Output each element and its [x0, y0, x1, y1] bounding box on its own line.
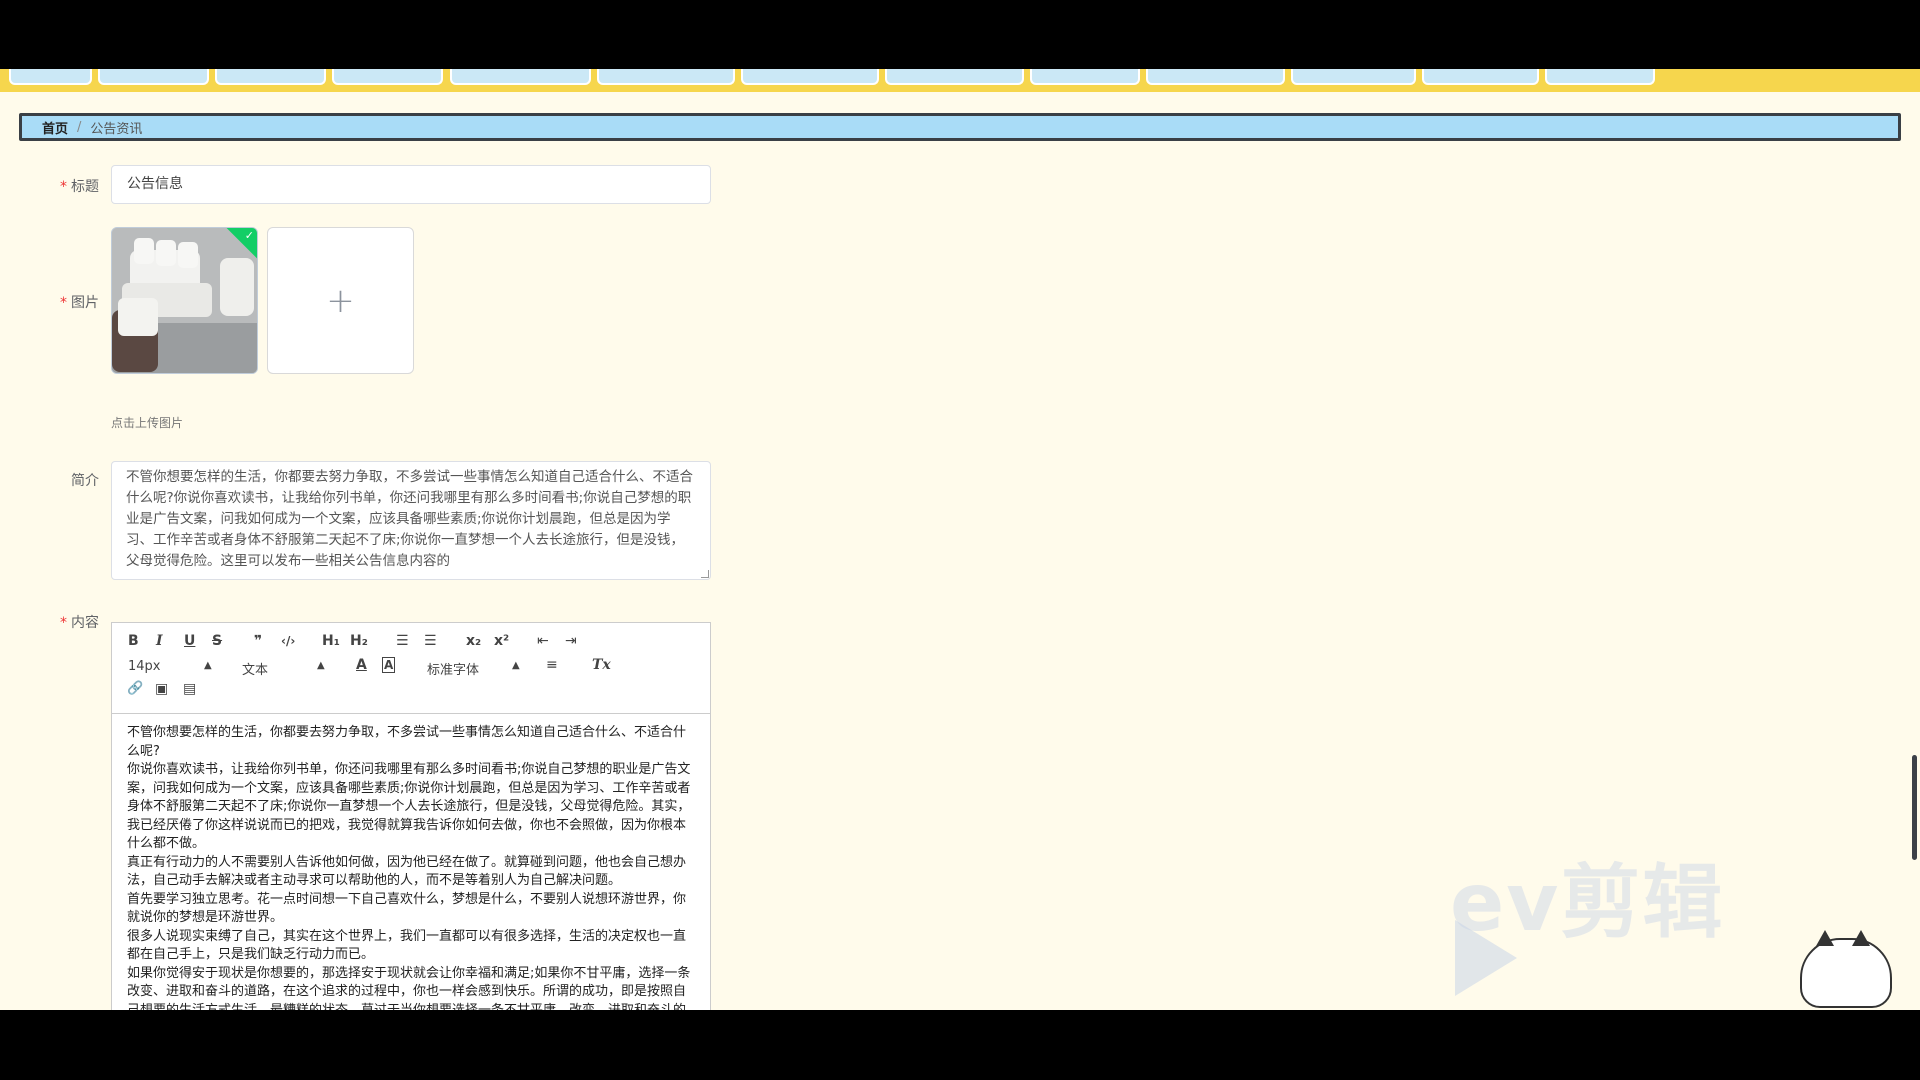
font-color-button[interactable]: A [356, 657, 367, 673]
nav-tab[interactable] [215, 69, 326, 85]
link-button[interactable]: 🔗 [127, 681, 143, 696]
nav-tab[interactable] [450, 69, 591, 85]
bullet-list-button[interactable]: ☰ [424, 633, 437, 649]
blockquote-button[interactable]: ❞ [254, 633, 262, 649]
editor-toolbar: B I U S ❞ ‹/› H₁ H₂ ☰ ☰ x₂ x² ⇤ ⇥ 14px ▲… [112, 623, 710, 714]
sofa-image [112, 228, 257, 373]
video-button[interactable]: ▤ [183, 681, 196, 697]
nav-tab[interactable] [597, 69, 735, 85]
superscript-button[interactable]: x² [494, 633, 509, 649]
indent-button[interactable]: ⇥ [565, 633, 577, 649]
intro-textarea[interactable]: 不管你想要怎样的生活，你都要去努力争取，不多尝试一些事情怎么知道自己适合什么、不… [111, 461, 711, 580]
check-icon: ✓ [244, 229, 254, 242]
clean-format-button[interactable]: Tx [592, 657, 611, 673]
nav-tab[interactable] [1422, 69, 1539, 85]
intro-label: 简介 [71, 473, 99, 489]
editor-content[interactable]: 不管你想要怎样的生活，你都要去努力争取，不多尝试一些事情怎么知道自己适合什么、不… [112, 714, 710, 1010]
bold-button[interactable]: B [128, 633, 139, 649]
nav-tab[interactable] [1146, 69, 1285, 85]
uploaded-image-thumbnail[interactable]: ✓ [111, 227, 258, 374]
title-label: * 标题 [60, 179, 99, 195]
subscript-button[interactable]: x₂ [466, 633, 481, 649]
font-size-select[interactable]: 14px [128, 659, 161, 674]
align-button[interactable]: ≡ [546, 657, 558, 673]
breadcrumb: 首页 / 公告资讯 [19, 113, 1901, 141]
header-select[interactable]: 文本 [242, 659, 268, 678]
rich-text-editor: B I U S ❞ ‹/› H₁ H₂ ☰ ☰ x₂ x² ⇤ ⇥ 14px ▲… [111, 622, 711, 1010]
nav-tab[interactable] [98, 69, 209, 85]
plus-icon: + [326, 280, 355, 321]
nav-tab[interactable] [885, 69, 1024, 85]
title-input[interactable]: 公告信息 [111, 165, 711, 204]
editor-paragraph: 你说你喜欢读书，让我给你列书单，你还问我哪里有那么多时间看书;你说自己梦想的职业… [127, 762, 691, 851]
breadcrumb-current: 公告资讯 [90, 121, 143, 137]
font-family-select[interactable]: 标准字体 [427, 659, 479, 678]
font-size-caret-icon: ▲ [204, 660, 212, 671]
code-block-button[interactable]: ‹/› [281, 634, 295, 648]
header-caret-icon: ▲ [317, 660, 325, 671]
nav-tab[interactable] [1030, 69, 1140, 85]
content-label: * 内容 [60, 615, 99, 631]
strike-button[interactable]: S [212, 633, 222, 649]
ordered-list-button[interactable]: ☰ [396, 633, 409, 649]
breadcrumb-separator: / [77, 119, 82, 135]
mascot-cat-icon [1800, 930, 1892, 1008]
nav-tab[interactable] [1545, 69, 1655, 85]
nav-tab[interactable] [1291, 69, 1416, 85]
intro-text: 不管你想要怎样的生活，你都要去努力争取，不多尝试一些事情怎么知道自己适合什么、不… [126, 469, 693, 569]
font-family-caret-icon: ▲ [512, 660, 520, 671]
nav-tab[interactable] [9, 69, 92, 85]
outdent-button[interactable]: ⇤ [537, 633, 549, 649]
watermark-text: ev剪辑 [1450, 856, 1725, 949]
editor-paragraph: 真正有行动力的人不需要别人告诉他如何做，因为他已经在做了。就算碰到问题，他也会自… [127, 854, 687, 889]
top-nav-strip [0, 69, 1920, 92]
editor-paragraph: 不管你想要怎样的生活，你都要去努力争取，不多尝试一些事情怎么知道自己适合什么、不… [127, 725, 687, 759]
editor-paragraph: 首先要学习独立思考。花一点时间想一下自己喜欢什么，梦想是什么，不要别人说想环游世… [127, 891, 687, 926]
editor-paragraph: 如果你觉得安于现状是你想要的，那选择安于现状就会让你幸福和满足;如果你不甘平庸，… [127, 965, 691, 1011]
editor-paragraph: 很多人说现实束缚了自己，其实在这个世界上，我们一直都可以有很多选择，生活的决定权… [127, 928, 687, 963]
image-button[interactable]: ▣ [155, 681, 168, 697]
breadcrumb-home-link[interactable]: 首页 [42, 118, 68, 137]
nav-tab[interactable] [741, 69, 879, 85]
nav-tab[interactable] [332, 69, 443, 85]
header1-button[interactable]: H₁ [322, 633, 340, 649]
resize-handle-icon[interactable] [701, 570, 709, 578]
underline-button[interactable]: U [184, 633, 195, 649]
italic-button[interactable]: I [156, 633, 163, 649]
upload-image-button[interactable]: + [267, 227, 414, 374]
page-scrollbar[interactable] [1912, 755, 1917, 860]
image-label: * 图片 [60, 295, 99, 311]
upload-tip: 点击上传图片 [111, 416, 184, 430]
background-color-button[interactable]: A [382, 657, 396, 673]
header2-button[interactable]: H₂ [350, 633, 368, 649]
